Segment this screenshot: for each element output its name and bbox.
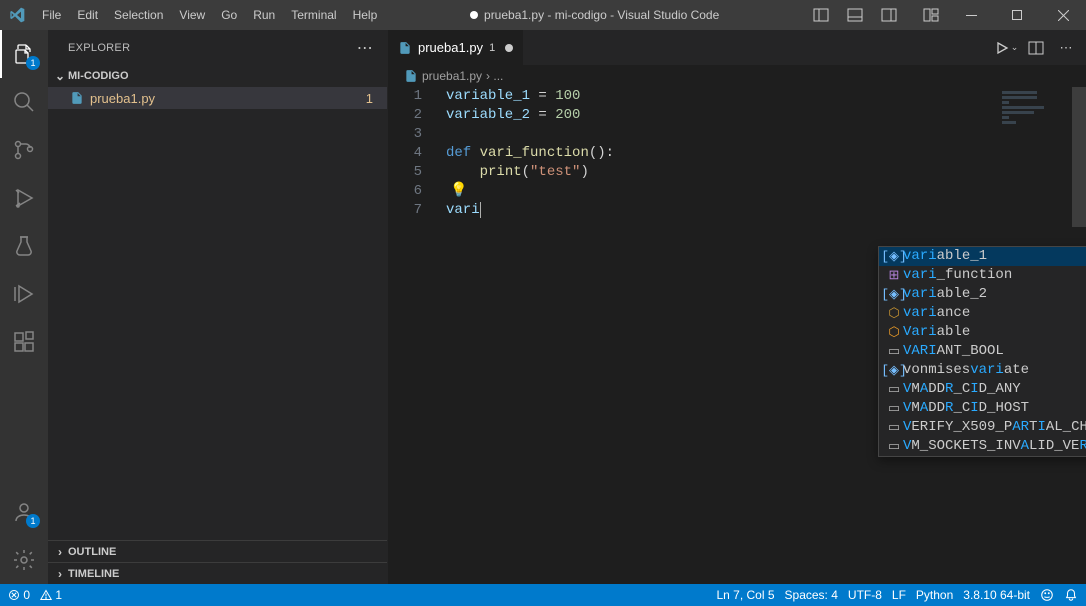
suggest-item[interactable]: ▭VMADDR_CID_HOSTsocket xyxy=(879,399,1086,418)
settings-gear-icon[interactable] xyxy=(0,536,48,584)
breadcrumb-sep: › ... xyxy=(486,69,503,83)
tab-bar: prueba1.py 1 ⌄ ⋯ xyxy=(388,30,1086,65)
code-content[interactable]: variable_1 = 100variable_2 = 200 def var… xyxy=(446,87,614,220)
status-interpreter[interactable]: 3.8.10 64-bit xyxy=(963,588,1030,602)
explorer-icon[interactable]: 1 xyxy=(0,30,48,78)
chevron-right-icon: › xyxy=(52,545,68,559)
status-errors[interactable]: 0 xyxy=(8,588,30,602)
status-position[interactable]: Ln 7, Col 5 xyxy=(716,588,774,602)
timeline-section[interactable]: › TIMELINE xyxy=(48,562,387,584)
status-eol[interactable]: LF xyxy=(892,588,906,602)
breadcrumb-file: prueba1.py xyxy=(422,69,482,83)
menu-run[interactable]: Run xyxy=(245,0,283,30)
run-icon[interactable]: ⌄ xyxy=(992,30,1020,65)
lightbulb-icon[interactable]: 💡 xyxy=(450,182,467,201)
outline-section[interactable]: › OUTLINE xyxy=(48,540,387,562)
python-file-icon xyxy=(398,41,412,55)
layout-customize-icon[interactable] xyxy=(914,0,948,30)
minimap[interactable] xyxy=(1002,87,1072,147)
chevron-right-icon: › xyxy=(52,567,68,581)
python-file-icon xyxy=(70,91,84,105)
window-title: prueba1.py - mi-codigo - Visual Studio C… xyxy=(385,8,804,22)
search-icon[interactable] xyxy=(0,78,48,126)
suggest-item[interactable]: ⬡Variabletkinter xyxy=(879,323,1086,342)
suggest-item[interactable]: ⬡variancestatistics xyxy=(879,304,1086,323)
title-bar: FileEditSelectionViewGoRunTerminalHelp p… xyxy=(0,0,1086,30)
remote-explorer-icon[interactable] xyxy=(0,270,48,318)
file-name: prueba1.py xyxy=(90,91,155,106)
layout-primary-icon[interactable] xyxy=(804,0,838,30)
python-file-icon xyxy=(404,69,418,83)
extensions-icon[interactable] xyxy=(0,318,48,366)
suggest-item[interactable]: ▭VM_SOCKETS_INVALID_VERSIONsocket xyxy=(879,437,1086,456)
breadcrumb[interactable]: prueba1.py › ... xyxy=(388,65,1086,87)
status-encoding[interactable]: UTF-8 xyxy=(848,588,882,602)
suggest-item[interactable]: [◈]variable_1 xyxy=(879,247,1086,266)
modified-dot-icon xyxy=(505,44,513,52)
split-editor-icon[interactable] xyxy=(1022,30,1050,65)
menu-bar: FileEditSelectionViewGoRunTerminalHelp xyxy=(34,0,385,30)
chevron-down-icon: ⌄ xyxy=(52,69,68,83)
maximize-button[interactable] xyxy=(994,0,1040,30)
menu-go[interactable]: Go xyxy=(213,0,245,30)
sidebar-more-icon[interactable]: ⋯ xyxy=(357,38,373,58)
modified-dot-icon xyxy=(470,11,478,19)
editor-area: prueba1.py 1 ⌄ ⋯ prueba1.py › ... 123456… xyxy=(388,30,1086,584)
folder-section[interactable]: ⌄ MI-CODIGO xyxy=(48,65,387,87)
status-language[interactable]: Python xyxy=(916,588,953,602)
status-feedback-icon[interactable] xyxy=(1040,588,1054,602)
tab-label: prueba1.py xyxy=(418,40,483,55)
menu-help[interactable]: Help xyxy=(345,0,386,30)
tab-badge: 1 xyxy=(489,42,495,54)
more-icon[interactable]: ⋯ xyxy=(1052,30,1080,65)
menu-terminal[interactable]: Terminal xyxy=(283,0,344,30)
run-debug-icon[interactable] xyxy=(0,174,48,222)
file-item[interactable]: prueba1.py 1 xyxy=(48,87,387,109)
activity-bar: 1 1 xyxy=(0,30,48,584)
outline-label: OUTLINE xyxy=(68,546,116,558)
status-warnings[interactable]: 1 xyxy=(40,588,62,602)
source-control-icon[interactable] xyxy=(0,126,48,174)
scrollbar[interactable] xyxy=(1072,87,1086,227)
suggest-item[interactable]: ▭VERIFY_X509_PARTIAL_CHAINssl xyxy=(879,418,1086,437)
suggest-item[interactable]: ▭VARIANT_BOOLctypes.wintypes xyxy=(879,342,1086,361)
close-button[interactable] xyxy=(1040,0,1086,30)
status-bar: 0 1 Ln 7, Col 5 Spaces: 4 UTF-8 LF Pytho… xyxy=(0,584,1086,606)
suggest-widget[interactable]: [◈]variable_1⊞vari_function[◈]variable_2… xyxy=(878,246,1086,457)
timeline-label: TIMELINE xyxy=(68,568,119,580)
menu-view[interactable]: View xyxy=(171,0,213,30)
title-actions xyxy=(804,0,1086,30)
suggest-item[interactable]: ▭VMADDR_CID_ANYsocket xyxy=(879,380,1086,399)
layout-panel-icon[interactable] xyxy=(838,0,872,30)
accounts-icon[interactable]: 1 xyxy=(0,488,48,536)
editor-tab[interactable]: prueba1.py 1 xyxy=(388,30,524,65)
file-badge: 1 xyxy=(366,91,373,106)
minimize-button[interactable] xyxy=(948,0,994,30)
status-spaces[interactable]: Spaces: 4 xyxy=(785,588,838,602)
sidebar-title: EXPLORER xyxy=(68,42,130,54)
suggest-item[interactable]: [◈]vonmisesvariaterandom xyxy=(879,361,1086,380)
explorer-badge: 1 xyxy=(26,56,40,70)
testing-icon[interactable] xyxy=(0,222,48,270)
menu-selection[interactable]: Selection xyxy=(106,0,171,30)
accounts-badge: 1 xyxy=(26,514,40,528)
explorer-sidebar: EXPLORER ⋯ ⌄ MI-CODIGO prueba1.py 1 › OU… xyxy=(48,30,388,584)
layout-secondary-icon[interactable] xyxy=(872,0,906,30)
menu-file[interactable]: File xyxy=(34,0,69,30)
suggest-item[interactable]: [◈]variable_2 xyxy=(879,285,1086,304)
line-gutter: 1234567 xyxy=(388,87,436,220)
suggest-item[interactable]: ⊞vari_function xyxy=(879,266,1086,285)
vscode-icon xyxy=(0,7,34,23)
status-bell-icon[interactable] xyxy=(1064,588,1078,602)
menu-edit[interactable]: Edit xyxy=(69,0,106,30)
folder-name: MI-CODIGO xyxy=(68,70,129,82)
